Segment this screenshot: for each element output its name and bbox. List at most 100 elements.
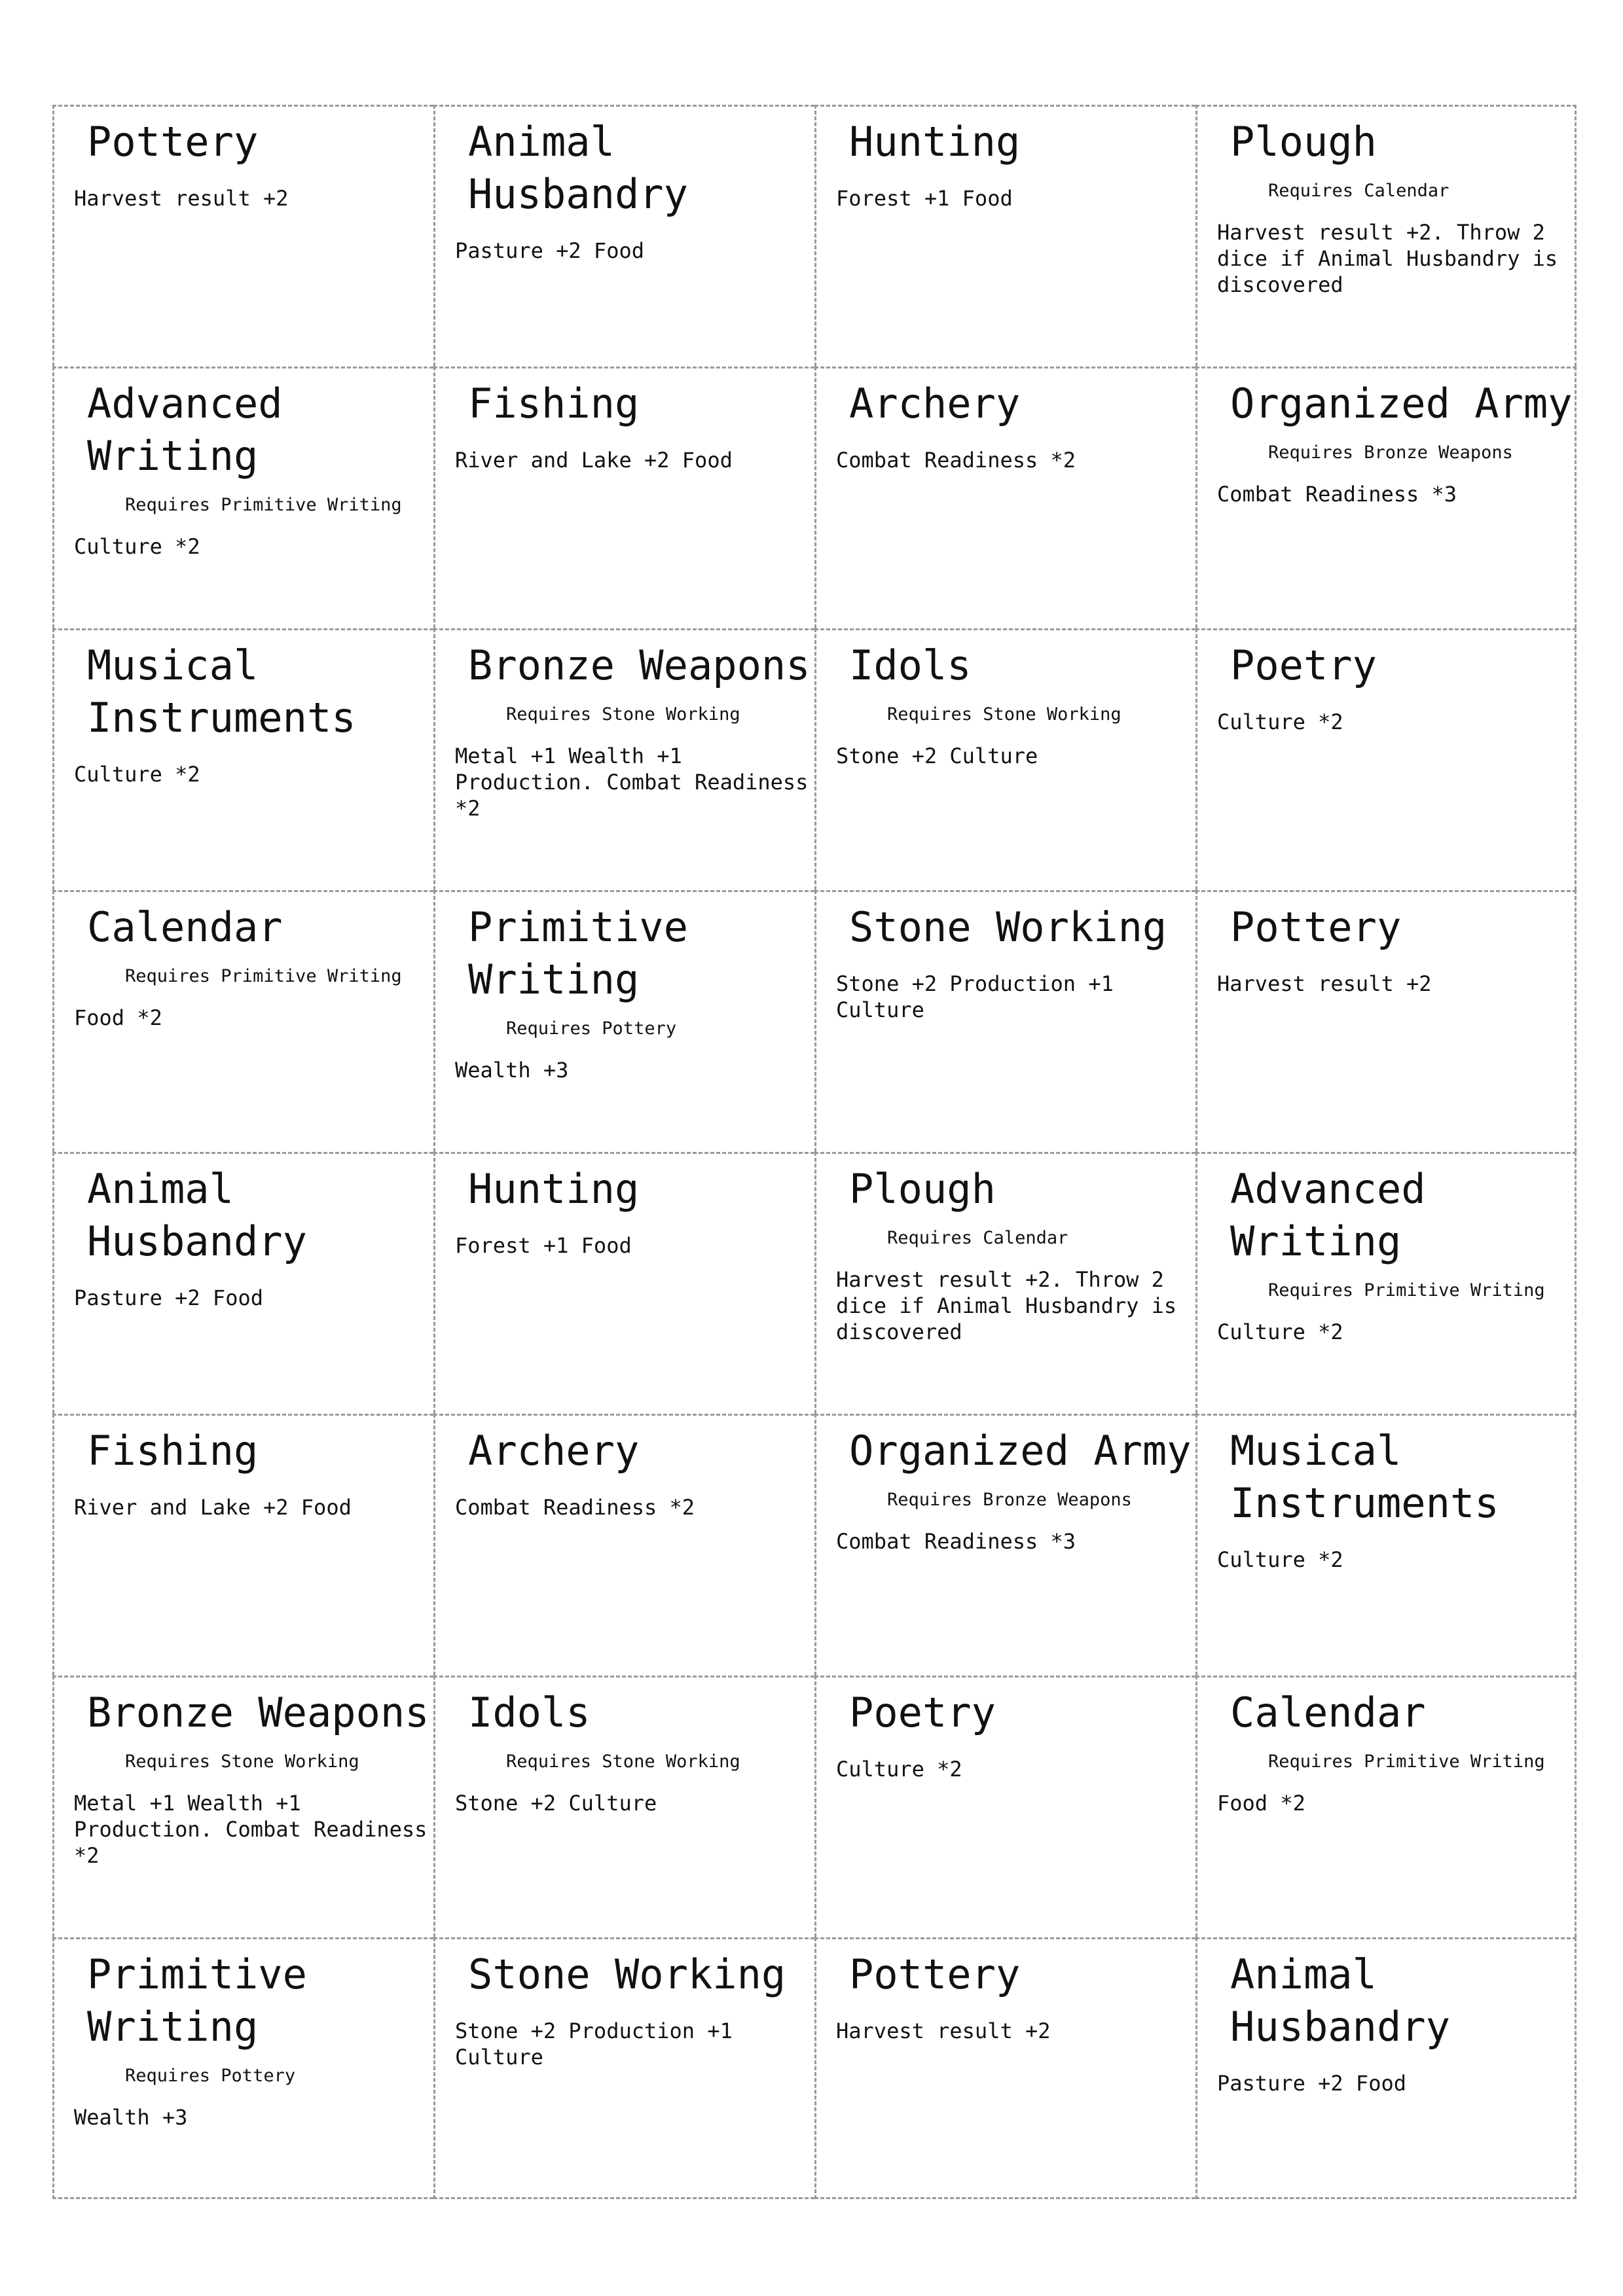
card: Primitive Writing Requires Pottery Wealt… [433,890,814,1152]
card-requirement: Requires Pottery [506,1018,677,1039]
card-effect: Harvest result +2 [74,186,289,211]
card-effect: Metal +1 Wealth +1 Production. Combat Re… [74,1791,428,1868]
card: Archery Combat Readiness *2 [814,367,1195,628]
card-effect: Metal +1 Wealth +1 Production. Combat Re… [455,744,809,821]
card-effect: Food *2 [1217,1791,1305,1816]
card: Advanced Writing Requires Primitive Writ… [1195,1152,1577,1414]
card-requirement: Requires Stone Working [506,1751,740,1772]
card-requirement: Requires Stone Working [125,1751,359,1772]
card-effect: Wealth +3 [74,2105,188,2130]
card-sheet: Pottery Harvest result +2 Animal Husband… [52,105,1577,2199]
card-title: Organized Army [1230,380,1573,427]
card-effect: Stone +2 Culture [836,744,1038,768]
card: Pottery Harvest result +2 [1195,890,1577,1152]
card: Pottery Harvest result +2 [814,1937,1195,2199]
card-effect: Forest +1 Food [836,186,1013,211]
card-title: Animal Husbandry [87,1165,307,1265]
card-title: Calendar [87,903,283,951]
card-title: Calendar [1230,1689,1426,1736]
card-effect: Combat Readiness *3 [836,1529,1076,1554]
card-effect: Combat Readiness *3 [1217,482,1457,507]
card-title: Advanced Writing [1230,1165,1426,1265]
card-effect: Pasture +2 Food [455,238,644,263]
card: Idols Requires Stone Working Stone +2 Cu… [433,1676,814,1937]
card: Fishing River and Lake +2 Food [433,367,814,628]
card-title: Poetry [849,1689,996,1736]
card-title: Idols [849,641,972,689]
card-title: Musical Instruments [1230,1427,1499,1527]
card: Advanced Writing Requires Primitive Writ… [52,367,433,628]
card-title: Idols [468,1689,591,1736]
card-title: Pottery [87,118,259,166]
card-effect: Culture *2 [74,762,200,787]
card-effect: Forest +1 Food [455,1233,632,1258]
card: Animal Husbandry Pasture +2 Food [52,1152,433,1414]
card-title: Archery [849,380,1021,427]
card: Fishing River and Lake +2 Food [52,1414,433,1676]
card-title: Poetry [1230,641,1377,689]
card-title: Hunting [468,1165,640,1213]
card-requirement: Requires Primitive Writing [1268,1751,1545,1772]
card: Hunting Forest +1 Food [433,1152,814,1414]
card-effect: Stone +2 Culture [455,1791,657,1816]
card-title: Bronze Weapons [87,1689,429,1736]
card-requirement: Requires Bronze Weapons [887,1490,1132,1510]
card: Musical Instruments Culture *2 [1195,1414,1577,1676]
card-effect: Culture *2 [1217,1319,1343,1344]
card: Musical Instruments Culture *2 [52,628,433,890]
card: Calendar Requires Primitive Writing Food… [1195,1676,1577,1937]
card-title: Plough [849,1165,996,1213]
card-requirement: Requires Pottery [125,2066,296,2086]
card: Calendar Requires Primitive Writing Food… [52,890,433,1152]
card: Animal Husbandry Pasture +2 Food [1195,1937,1577,2199]
card-title: Animal Husbandry [1230,1950,1450,2051]
card: Idols Requires Stone Working Stone +2 Cu… [814,628,1195,890]
card: Plough Requires Calendar Harvest result … [1195,105,1577,367]
card-requirement: Requires Stone Working [506,704,740,725]
card-effect: Stone +2 Production +1 Culture [836,971,1114,1022]
card-effect: Pasture +2 Food [74,1285,263,1310]
card: Stone Working Stone +2 Production +1 Cul… [433,1937,814,2199]
card-title: Organized Army [849,1427,1192,1475]
card-effect: Harvest result +2. Throw 2 dice if Anima… [836,1267,1177,1344]
card: Bronze Weapons Requires Stone Working Me… [52,1676,433,1937]
card-effect: Culture *2 [836,1757,962,1782]
card-effect: Stone +2 Production +1 Culture [455,2018,733,2070]
card-effect: River and Lake +2 Food [74,1495,352,1520]
card-title: Hunting [849,118,1021,166]
card-requirement: Requires Primitive Writing [125,966,402,986]
card: Hunting Forest +1 Food [814,105,1195,367]
card-title: Musical Instruments [87,641,356,742]
card-title: Animal Husbandry [468,118,688,218]
card: Organized Army Requires Bronze Weapons C… [1195,367,1577,628]
card-title: Primitive Writing [468,903,688,1003]
card-effect: Culture *2 [74,534,200,559]
card-effect: Harvest result +2. Throw 2 dice if Anima… [1217,220,1558,297]
card-title: Pottery [1230,903,1402,951]
card: Poetry Culture *2 [814,1676,1195,1937]
card: Poetry Culture *2 [1195,628,1577,890]
card-effect: Food *2 [74,1005,162,1030]
card-title: Advanced Writing [87,380,283,480]
card-title: Bronze Weapons [468,641,811,689]
card: Organized Army Requires Bronze Weapons C… [814,1414,1195,1676]
card-effect: Wealth +3 [455,1058,569,1083]
card-requirement: Requires Stone Working [887,704,1122,725]
card-title: Plough [1230,118,1377,166]
card-title: Fishing [87,1427,259,1475]
card: Primitive Writing Requires Pottery Wealt… [52,1937,433,2199]
card-title: Pottery [849,1950,1021,1998]
card-effect: Culture *2 [1217,709,1343,734]
card-effect: Culture *2 [1217,1547,1343,1572]
card-effect: Harvest result +2 [1217,971,1432,996]
card-requirement: Requires Primitive Writing [1268,1280,1545,1300]
card: Stone Working Stone +2 Production +1 Cul… [814,890,1195,1152]
card-requirement: Requires Primitive Writing [125,495,402,515]
card-effect: Combat Readiness *2 [455,1495,695,1520]
card-effect: River and Lake +2 Food [455,448,733,473]
card-title: Stone Working [468,1950,786,1998]
card-requirement: Requires Calendar [1268,181,1450,201]
card-title: Primitive Writing [87,1950,307,2051]
card-requirement: Requires Bronze Weapons [1268,442,1513,463]
card-effect: Pasture +2 Food [1217,2071,1406,2096]
